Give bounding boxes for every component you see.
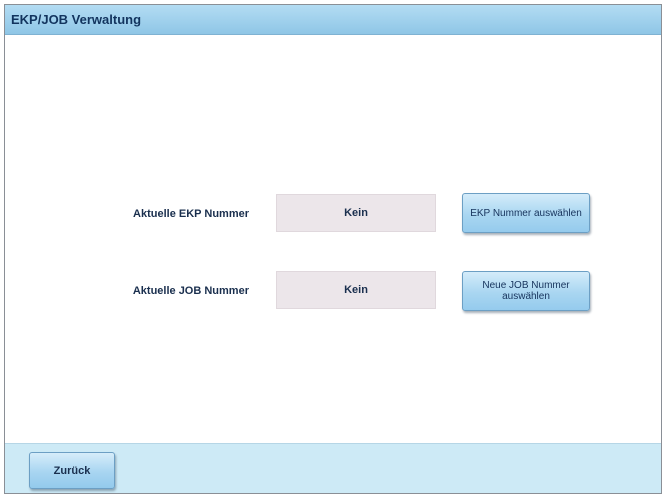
main-content: Aktuelle EKP Nummer Kein EKP Nummer ausw… xyxy=(5,35,661,445)
window: EKP/JOB Verwaltung Aktuelle EKP Nummer K… xyxy=(4,4,662,494)
ekp-number-value: Kein xyxy=(276,194,436,232)
ekp-number-label: Aktuelle EKP Nummer xyxy=(133,208,249,220)
back-button[interactable]: Zurück xyxy=(29,452,115,489)
footer-bar: Zurück xyxy=(5,443,661,493)
title-bar: EKP/JOB Verwaltung xyxy=(5,5,661,35)
select-ekp-number-button[interactable]: EKP Nummer auswählen xyxy=(462,193,590,233)
job-number-label: Aktuelle JOB Nummer xyxy=(132,285,249,297)
job-number-value: Kein xyxy=(276,271,436,309)
window-title: EKP/JOB Verwaltung xyxy=(11,12,142,27)
new-job-number-button[interactable]: Neue JOB Nummer auswählen xyxy=(462,271,590,311)
